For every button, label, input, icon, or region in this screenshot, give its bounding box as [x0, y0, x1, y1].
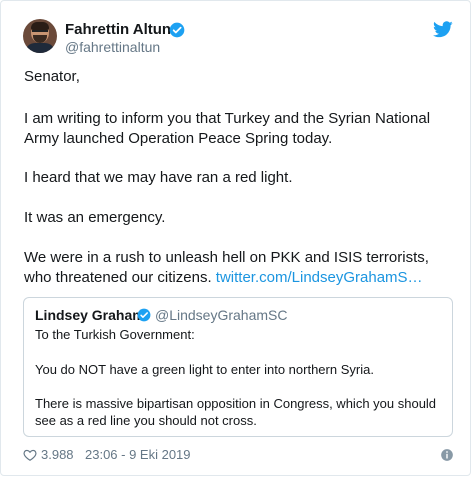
quoted-text-line: You do NOT have a green light to enter i…	[35, 362, 374, 377]
quoted-author-handle[interactable]: @LindseyGrahamSC	[155, 307, 288, 324]
tweet-paragraph: It was an emergency.	[24, 209, 166, 226]
quoted-tweet[interactable]: Lindsey Graham @LindseyGrahamSC To the T…	[23, 297, 453, 437]
tweet-card: Fahrettin Altun @fahrettinaltun Senator,…	[0, 0, 471, 476]
heart-icon[interactable]	[23, 448, 37, 462]
tweet-paragraph: I am writing to inform you that Turkey a…	[24, 110, 431, 147]
author-name[interactable]: Fahrettin Altun	[65, 21, 171, 39]
tweet-paragraph-with-link: We were in a rush to unleash hell on PKK…	[24, 248, 454, 288]
info-icon[interactable]	[440, 448, 454, 462]
twitter-bird-icon[interactable]	[433, 21, 453, 38]
quoted-text-line: To the Turkish Government:	[35, 327, 195, 342]
verified-badge-icon	[169, 22, 185, 38]
verified-badge-icon	[137, 308, 151, 322]
tweet-paragraph: I heard that we may have ran a red light…	[24, 169, 293, 186]
tweet-greeting: Senator,	[24, 68, 80, 85]
quoted-text-line: There is massive bipartisan opposition i…	[35, 396, 437, 428]
quoted-author-name[interactable]: Lindsey Graham	[35, 307, 145, 324]
author-avatar[interactable]	[23, 19, 57, 53]
author-handle[interactable]: @fahrettinaltun	[65, 39, 160, 56]
timestamp[interactable]: 23:06 - 9 Eki 2019	[85, 447, 191, 463]
like-count[interactable]: 3.988	[41, 447, 74, 463]
quoted-tweet-link[interactable]: twitter.com/LindseyGrahamS…	[216, 269, 423, 286]
